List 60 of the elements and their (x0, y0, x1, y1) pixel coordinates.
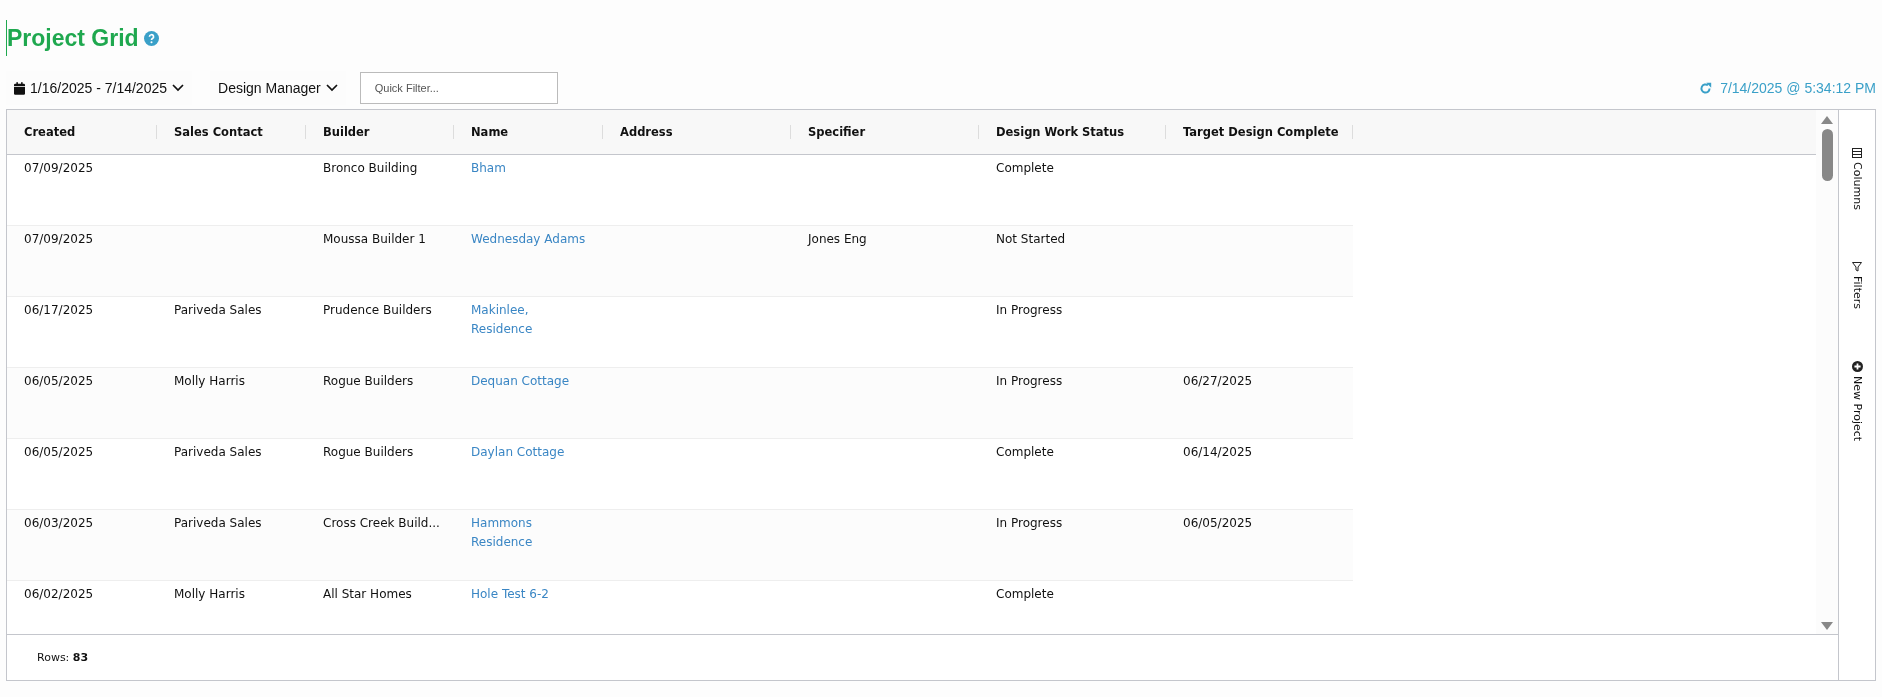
table-cell: 07/09/2025 (24, 232, 94, 246)
project-name-link[interactable]: Makinlee, Residence (471, 301, 533, 339)
help-icon[interactable] (143, 30, 159, 46)
table-cell: Bronco Building (323, 161, 418, 175)
table-cell: Complete (996, 161, 1054, 175)
table-cell: 06/17/2025 (24, 303, 94, 317)
column-header[interactable]: Specifier (808, 125, 866, 139)
refresh-icon[interactable] (1699, 81, 1713, 95)
table-cell: Moussa Builder 1 (323, 232, 426, 246)
project-name-link[interactable]: Hammons Residence (471, 514, 533, 552)
plus-circle-icon (1851, 360, 1863, 372)
column-header[interactable]: Design Work Status (996, 125, 1125, 139)
table-cell: 06/27/2025 (1183, 374, 1253, 388)
project-name-link[interactable]: Wednesday Adams (471, 230, 586, 249)
filters-tab[interactable]: Filters (1850, 261, 1864, 309)
table-cell: Jones Eng (808, 232, 867, 246)
quick-filter-field[interactable]: Quick Filter... (359, 72, 558, 104)
page-title: Project Grid (7, 24, 139, 52)
table-cell: Rogue Builders (323, 374, 414, 388)
row-count-text: Rows: 83 (37, 651, 89, 664)
table-cell: 06/02/2025 (24, 587, 94, 601)
columns-icon (1852, 148, 1862, 158)
table-cell: Complete (996, 587, 1054, 601)
table-cell: Cross Creek Build... (323, 516, 440, 530)
table-cell: In Progress (996, 303, 1063, 317)
table-cell: Pariveda Sales (174, 516, 262, 530)
column-header[interactable]: Created (24, 125, 76, 139)
calendar-icon (14, 81, 25, 95)
chevron-down-icon (172, 84, 184, 92)
filter-icon (1852, 261, 1862, 272)
table-cell: Pariveda Sales (174, 303, 262, 317)
column-header[interactable]: Target Design Complete (1183, 125, 1339, 139)
project-name-link[interactable]: Dequan Cottage (471, 372, 570, 391)
table-cell: 06/05/2025 (24, 374, 94, 388)
table-cell: Pariveda Sales (174, 445, 262, 459)
column-header[interactable]: Sales Contact (174, 125, 263, 139)
table-cell: In Progress (996, 374, 1063, 388)
chevron-down-icon (325, 84, 338, 92)
last-refreshed-text: 7/14/2025 @ 5:34:12 PM (1720, 80, 1876, 96)
table-cell: Prudence Builders (323, 303, 432, 317)
project-name-link[interactable]: Daylan Cottage (471, 443, 565, 462)
new-project-tab[interactable]: New Project (1850, 360, 1864, 441)
column-header[interactable]: Builder (323, 125, 370, 139)
table-cell: All Star Homes (323, 587, 412, 601)
table-cell: Not Started (996, 232, 1066, 246)
project-name-link[interactable]: Hole Test 6-2 (471, 585, 549, 604)
table-cell: 06/05/2025 (1183, 516, 1253, 530)
table-cell: 07/09/2025 (24, 161, 94, 175)
table-cell: In Progress (996, 516, 1063, 530)
table-cell: 06/14/2025 (1183, 445, 1253, 459)
column-header[interactable]: Address (620, 125, 673, 139)
table-cell: 06/03/2025 (24, 516, 94, 530)
table-cell: Rogue Builders (323, 445, 414, 459)
project-name-link[interactable]: Bham (471, 159, 506, 178)
table-cell: Complete (996, 445, 1054, 459)
columns-tab[interactable]: Columns (1850, 148, 1864, 210)
table-cell: 06/05/2025 (24, 445, 94, 459)
table-cell: Molly Harris (174, 587, 245, 601)
table-cell: Molly Harris (174, 374, 245, 388)
column-header[interactable]: Name (471, 125, 509, 139)
